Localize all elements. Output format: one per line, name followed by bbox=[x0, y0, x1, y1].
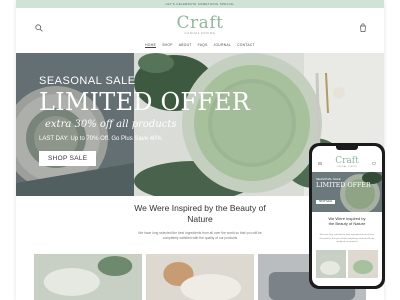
brand-tagline: CASUAL DINING bbox=[184, 31, 216, 35]
mobile-product-tile[interactable] bbox=[348, 250, 378, 278]
mobile-screen: Craft CASUAL DINING SEASONAL SALE LIMITE… bbox=[312, 146, 382, 286]
brand-name: Craft bbox=[176, 13, 224, 33]
brand-logo[interactable]: Craft CASUAL DINING bbox=[16, 13, 384, 35]
mobile-product-tile[interactable] bbox=[316, 250, 346, 278]
nav-shop[interactable]: SHOP bbox=[162, 43, 173, 48]
hero-script-text: extra 30% off all products bbox=[45, 119, 177, 130]
shop-sale-button[interactable]: SHOP SALE bbox=[39, 151, 97, 166]
hero-copy: SEASONAL SALE LIMITED OFFER extra 30% of… bbox=[39, 75, 250, 166]
site-header: Craft CASUAL DINING bbox=[16, 8, 384, 48]
phone-notch bbox=[336, 146, 358, 150]
mobile-hero-copy: SEASONAL SALE LIMITED OFFER SHOP SALE bbox=[316, 177, 371, 207]
hero-eyebrow: SEASONAL SALE bbox=[39, 75, 136, 87]
nav-faqs[interactable]: FAQS bbox=[198, 43, 208, 48]
mobile-shop-sale-button[interactable]: SHOP SALE bbox=[316, 200, 335, 204]
cart-icon[interactable] bbox=[359, 23, 367, 32]
hero-headline: LIMITED OFFER bbox=[39, 88, 251, 116]
mobile-hero-eyebrow: SEASONAL SALE bbox=[316, 177, 341, 181]
mobile-brand-tagline: CASUAL DINING bbox=[336, 166, 358, 168]
product-tile-image[interactable] bbox=[146, 254, 254, 300]
nav-journal[interactable]: JOURNAL bbox=[214, 43, 232, 48]
mobile-hero-headline: LIMITED OFFER bbox=[316, 182, 371, 189]
cart-icon[interactable] bbox=[372, 161, 376, 165]
nav-about[interactable]: ABOUT bbox=[179, 43, 192, 48]
announcement-bar: LET'S CELEBRATE SOMETHING SPECIAL bbox=[16, 0, 384, 8]
mobile-hero: SEASONAL SALE LIMITED OFFER SHOP SALE bbox=[312, 172, 382, 212]
mobile-product-tiles bbox=[316, 250, 378, 278]
mobile-section-body: We have long selected the best ingredien… bbox=[318, 234, 376, 245]
product-tile-image[interactable] bbox=[34, 254, 142, 300]
mobile-section-title-line2: the Beauty of Nature bbox=[328, 221, 366, 226]
nav-contact[interactable]: CONTACT bbox=[237, 43, 255, 48]
main-nav: HOME SHOP ABOUT FAQS JOURNAL CONTACT bbox=[16, 43, 384, 48]
mobile-device-frame: Craft CASUAL DINING SEASONAL SALE LIMITE… bbox=[309, 143, 385, 289]
mobile-section-title: We Were Inspired by the Beauty of Nature bbox=[312, 216, 382, 226]
hero-subtext: LAST DAY: Up to 70% Off. Go Plus Save 40… bbox=[39, 136, 162, 142]
nav-home[interactable]: HOME bbox=[145, 43, 157, 48]
